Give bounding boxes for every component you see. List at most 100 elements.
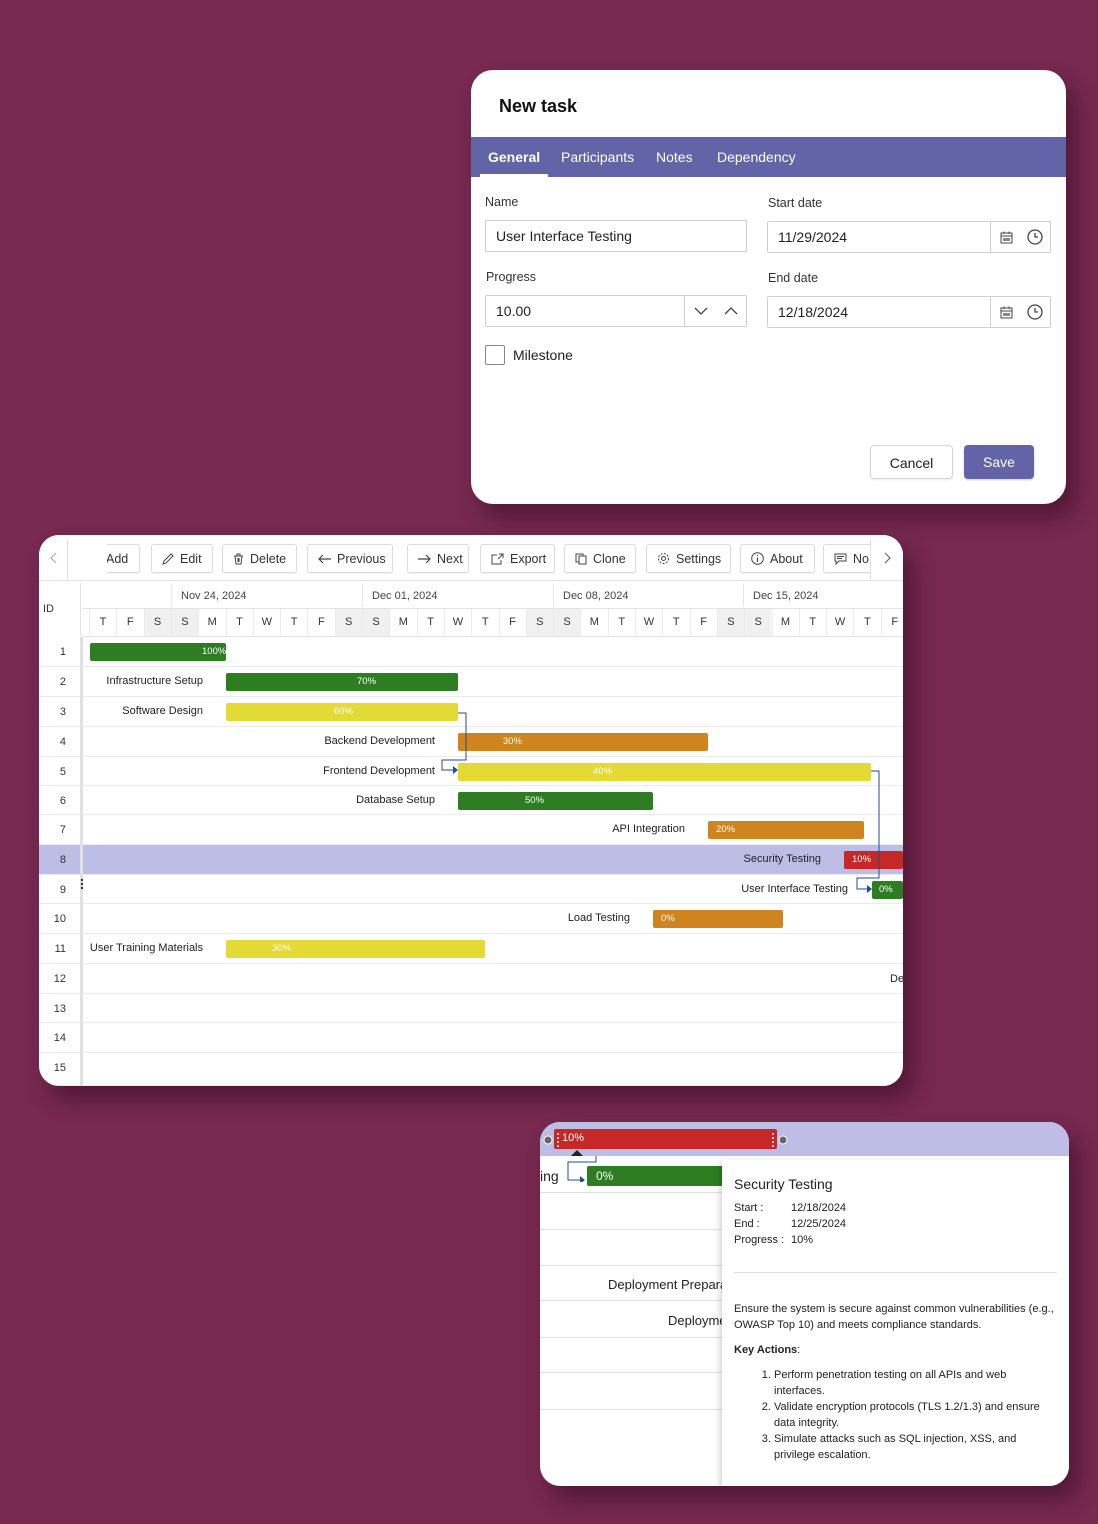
tab-dependency[interactable]: Dependency [717, 137, 796, 177]
day-header: F [307, 609, 334, 636]
calendar-icon[interactable] [991, 222, 1021, 252]
export-button[interactable]: Export [480, 544, 555, 573]
previous-button[interactable]: Previous [307, 544, 393, 573]
clock-icon[interactable] [1020, 297, 1050, 327]
toolbar-button-label: Settings [676, 551, 722, 566]
row-id-cell: 15 [53, 1062, 66, 1074]
day-header: T [853, 609, 880, 636]
task-bar[interactable]: 30% [458, 733, 708, 751]
start-date-label: Start date [768, 196, 823, 210]
day-header: T [89, 609, 116, 636]
task-bar[interactable]: 0% [653, 910, 783, 928]
day-header: S [362, 609, 389, 636]
toolbar-button-label: Next [437, 551, 463, 566]
tooltip-key-actions-list: Perform penetration testing on all APIs … [734, 1367, 1057, 1463]
day-header: F [689, 609, 717, 636]
row-id-cell: 12 [53, 973, 66, 985]
next-button[interactable]: Next [407, 544, 469, 573]
gantt-row[interactable]: 15 [39, 1053, 903, 1086]
chevron-down-icon[interactable] [686, 296, 716, 326]
task-progress-label: 70% [357, 676, 377, 687]
name-input[interactable]: User Interface Testing [485, 220, 747, 252]
row-id-cell: 14 [53, 1032, 66, 1044]
gantt-row[interactable]: 13 [39, 994, 903, 1023]
toolbar-scroll-right-icon[interactable] [873, 535, 901, 581]
clock-icon[interactable] [1020, 222, 1050, 252]
day-header: W [635, 609, 662, 636]
calendar-icon[interactable] [991, 297, 1021, 327]
task-name-label: Database Setup [356, 794, 435, 806]
task-bar[interactable]: 30% [226, 940, 485, 958]
clipped-task-label: De [890, 973, 903, 985]
task-name-label: User Interface Testing [741, 883, 848, 895]
toolbar-scroll-left-icon[interactable] [39, 535, 67, 581]
export-icon [491, 553, 510, 565]
task-name-label: Frontend Development [323, 765, 435, 777]
day-header: T [662, 609, 689, 636]
week-header: Dec 08, 2024 [563, 590, 629, 602]
day-header: T [607, 609, 635, 636]
tab-notes[interactable]: Notes [656, 137, 693, 177]
deployment-prep-label: Deployment Prepara [608, 1277, 728, 1292]
toolbar-button-label: Edit [180, 551, 202, 566]
task-bar[interactable]: 60% [226, 703, 458, 721]
task-bar[interactable]: 100% [90, 643, 226, 661]
ui-testing-bar-progress: 0% [596, 1169, 614, 1183]
clone-button[interactable]: Clone [564, 544, 636, 573]
tooltip-description: Ensure the system is secure against comm… [734, 1303, 1054, 1331]
row-id-cell: 6 [59, 795, 66, 807]
task-progress-label: 50% [525, 795, 545, 806]
cancel-button[interactable]: Cancel [870, 445, 953, 479]
day-header: W [252, 609, 280, 636]
row-id-cell: 7 [59, 824, 66, 836]
delete-button[interactable]: Delete [222, 544, 297, 573]
day-header: T [280, 609, 307, 636]
clipped-task-label: ing [540, 1168, 559, 1184]
trash-icon [233, 553, 250, 565]
arrow-right-icon [418, 554, 437, 564]
milestone-checkbox[interactable] [485, 345, 505, 365]
task-name-label: Software Design [122, 705, 203, 717]
task-detail-card: 10% ing 0% Deployment Prepara Deployme S… [540, 1122, 1069, 1486]
task-progress-label: 60% [334, 706, 354, 717]
gantt-row[interactable]: 12 [39, 964, 903, 994]
row-id-cell: 11 [54, 943, 66, 955]
edit-button[interactable]: Edit [151, 544, 213, 573]
tooltip-progress: Progress :10% [734, 1234, 814, 1246]
grid-splitter[interactable] [80, 637, 83, 1086]
settings-button[interactable]: Settings [646, 544, 731, 573]
tooltip-end: End :12/25/2024 [734, 1218, 847, 1230]
task-name-label: Backend Development [324, 735, 435, 747]
chevron-up-icon[interactable] [716, 296, 746, 326]
task-bar[interactable]: 10% [844, 851, 903, 869]
day-header: S [334, 609, 362, 636]
about-button[interactable]: About [740, 544, 815, 573]
ui-testing-bar[interactable]: 0% [587, 1166, 727, 1186]
key-action-item: Perform penetration testing on all APIs … [774, 1367, 1057, 1399]
tab-participants[interactable]: Participants [561, 137, 634, 177]
new-task-dialog: New task General Participants Notes Depe… [471, 70, 1066, 504]
row-id-cell: 4 [59, 736, 66, 748]
task-bar[interactable]: 50% [458, 792, 653, 810]
no-button[interactable]: No [823, 544, 870, 573]
day-header: S [143, 609, 171, 636]
task-progress-label: 100% [202, 646, 226, 657]
dialog-title: New task [499, 96, 578, 116]
task-bar[interactable]: 0% [872, 881, 903, 899]
task-bar[interactable]: 20% [708, 821, 864, 839]
progress-value: 10.00 [496, 303, 532, 319]
task-bar[interactable]: 40% [458, 763, 871, 781]
task-bar[interactable]: 70% [226, 673, 458, 691]
gantt-row[interactable]: 14 [39, 1023, 903, 1053]
row-id-cell: 9 [59, 884, 66, 896]
day-header: T [416, 609, 444, 636]
day-header: S [553, 609, 581, 636]
gear-icon [657, 552, 676, 565]
task-progress-label: 0% [661, 913, 675, 924]
task-name-label: User Training Materials [89, 942, 203, 954]
save-button[interactable]: Save [964, 445, 1034, 479]
add-button[interactable]: Add [107, 544, 140, 573]
toolbar-button-label: Delete [250, 551, 287, 566]
tab-general[interactable]: General [479, 137, 549, 177]
name-label: Name [485, 195, 519, 209]
